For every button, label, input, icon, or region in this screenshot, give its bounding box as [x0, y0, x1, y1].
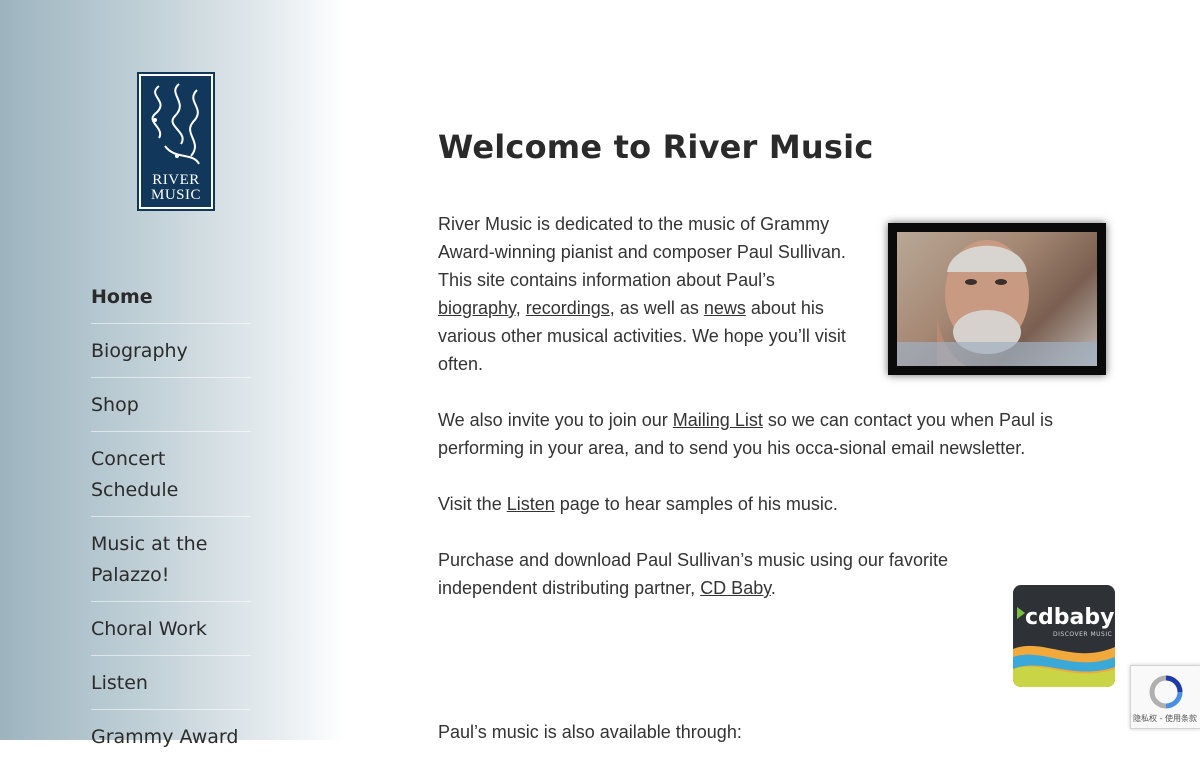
main-content: Welcome to River Music River Music is de… [438, 128, 1118, 742]
cd-baby-link[interactable]: CD Baby [700, 578, 771, 598]
recordings-link[interactable]: recordings [526, 298, 610, 318]
nav-item-biography[interactable]: Biography [91, 332, 251, 378]
purchase-text-2: . [770, 578, 776, 598]
mailing-text-1: We also invite you to join our [438, 410, 673, 430]
intro-text-2: , [515, 298, 526, 318]
main-nav: Home Biography Shop Concert Schedule Mus… [91, 278, 251, 772]
logo-text: RIVER MUSIC [141, 173, 211, 203]
cd-baby-tagline: DISCOVER MUSIC [1053, 631, 1113, 638]
page-title: Welcome to River Music [438, 128, 874, 166]
recaptcha-badge[interactable]: 隐私权 - 使用条款 [1130, 665, 1200, 729]
logo-text-line2: MUSIC [150, 187, 201, 203]
cd-baby-logo-text: cdbaby [1025, 605, 1115, 630]
intro-text-1: River Music is dedicated to the music of… [438, 214, 846, 290]
nav-item-shop[interactable]: Shop [91, 386, 251, 432]
intro-text-3: , as well as [609, 298, 704, 318]
listen-link[interactable]: Listen [507, 494, 555, 514]
nav-item-listen[interactable]: Listen [91, 664, 251, 710]
nav-item-concert-schedule[interactable]: Concert Schedule [91, 440, 251, 517]
listen-text-2: page to hear samples of his music. [554, 494, 838, 514]
purchase-text-1: Purchase and download Paul Sullivan’s mu… [438, 550, 948, 598]
purchase-paragraph: Purchase and download Paul Sullivan’s mu… [438, 546, 978, 602]
listen-paragraph: Visit the Listen page to hear samples of… [438, 490, 1118, 518]
availability-paragraph: Paul’s music is also available through: [438, 722, 742, 742]
nav-item-choral-work[interactable]: Choral Work [91, 610, 251, 656]
logo-text-line1: RIVER [152, 172, 200, 188]
listen-text-1: Visit the [438, 494, 507, 514]
mailing-list-link[interactable]: Mailing List [673, 410, 763, 430]
cd-baby-badge[interactable]: cdbaby DISCOVER MUSIC [1013, 585, 1115, 687]
biography-link[interactable]: biography [438, 298, 516, 318]
news-link[interactable]: news [704, 298, 746, 318]
recaptcha-icon [1149, 675, 1183, 709]
recaptcha-label[interactable]: 隐私权 - 使用条款 [1133, 713, 1197, 724]
intro-paragraph: River Music is dedicated to the music of… [438, 210, 858, 378]
nav-item-music-at-the-palazzo[interactable]: Music at the Palazzo! [91, 525, 251, 602]
mailing-list-paragraph: We also invite you to join our Mailing L… [438, 406, 1098, 462]
river-music-logo[interactable]: RIVER MUSIC [137, 72, 215, 211]
sidebar: RIVER MUSIC Home Biography Shop Concert … [0, 0, 345, 764]
nav-item-grammy-award[interactable]: Grammy Award [91, 718, 251, 764]
nav-item-home[interactable]: Home [91, 278, 251, 324]
logo-emblem: RIVER MUSIC [141, 76, 211, 207]
